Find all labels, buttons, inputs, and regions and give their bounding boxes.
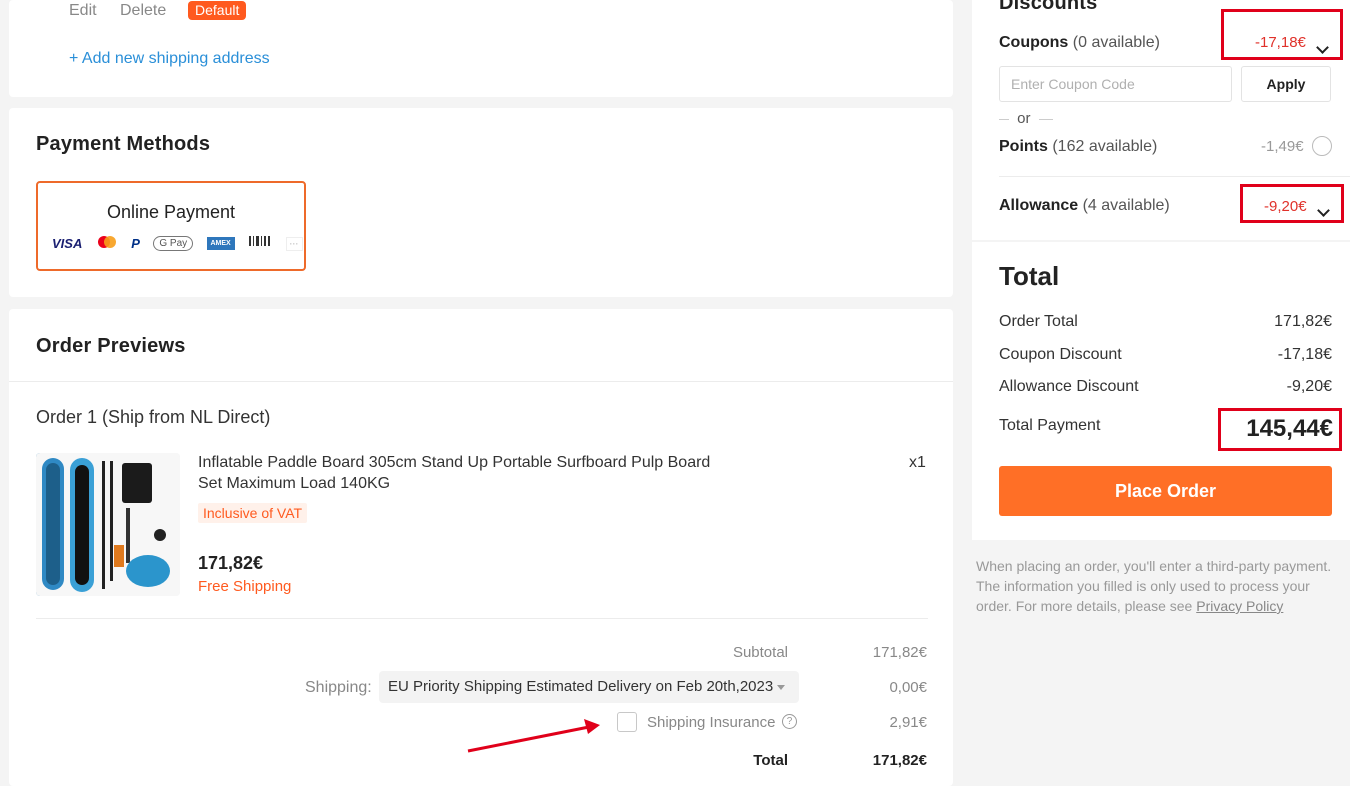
order-total-value: 171,82€	[1274, 313, 1332, 330]
subtotal-label: Subtotal	[732, 644, 788, 661]
delete-address-link[interactable]: Delete	[120, 2, 166, 20]
total-card: Total Order Total 171,82€ Coupon Discoun…	[972, 242, 1350, 540]
shipping-insurance-checkbox[interactable]	[617, 712, 637, 732]
shipping-label: Shipping:	[305, 679, 372, 696]
visa-icon: VISA	[52, 236, 83, 252]
coupon-discount-label: Coupon Discount	[999, 346, 1122, 363]
subtotal-value: 171,82€	[872, 644, 927, 661]
allowance-discount-value: -9,20€	[1286, 378, 1332, 395]
order-total-label: Total	[753, 752, 788, 769]
total-payment-value: 145,44€	[1246, 415, 1333, 442]
amex-icon: AMEX	[206, 237, 235, 251]
total-payment-label: Total Payment	[999, 417, 1101, 434]
divider	[999, 176, 1350, 177]
vat-label: Inclusive of VAT	[198, 503, 308, 523]
online-payment-option[interactable]: Online Payment VISA P G Pay AMEX ···	[36, 181, 306, 271]
gpay-icon: G Pay	[153, 236, 194, 252]
allowance-value: -9,20€	[1264, 198, 1307, 215]
address-card: Edit Delete Default + Add new shipping a…	[9, 0, 953, 97]
shipping-insurance-label: Shipping Insurance	[647, 714, 776, 731]
total-payment-highlight: 145,44€	[1218, 408, 1342, 451]
allowance-highlight[interactable]: -9,20€	[1240, 184, 1344, 223]
allowance-label: Allowance	[999, 197, 1079, 214]
shipping-insurance-value: 2,91€	[889, 714, 927, 731]
dropdown-arrow-icon	[777, 684, 786, 690]
product-quantity: x1	[909, 454, 926, 471]
coupon-code-input[interactable]: Enter Coupon Code	[999, 66, 1232, 102]
discounts-card: Discounts Coupons (0 available) -17,18€ …	[972, 0, 1350, 240]
coupons-available: (0 available)	[1072, 34, 1160, 51]
coupons-label: Coupons	[999, 34, 1069, 51]
shipping-value: 0,00€	[889, 679, 927, 696]
points-label: Points	[999, 138, 1048, 155]
red-arrow-annotation-icon	[467, 719, 600, 753]
boleto-icon	[248, 235, 272, 252]
chevron-down-icon	[1317, 204, 1330, 217]
coupons-row: Coupons (0 available)	[999, 34, 1160, 52]
mastercard-icon	[96, 235, 118, 252]
order-label: Order 1 (Ship from NL Direct)	[36, 407, 271, 427]
privacy-policy-link[interactable]: Privacy Policy	[1196, 598, 1283, 614]
shipping-method-value: EU Priority Shipping Estimated Delivery …	[388, 678, 774, 695]
allowance-discount-label: Allowance Discount	[999, 378, 1139, 395]
payment-icons: VISA P G Pay AMEX ···	[52, 235, 312, 253]
coupons-value: -17,18€	[1255, 34, 1306, 51]
product-title-line1[interactable]: Inflatable Paddle Board 305cm Stand Up P…	[198, 454, 710, 472]
paypal-icon: P	[131, 236, 140, 252]
order-previews-card: Order Previews Order 1 (Ship from NL Dir…	[9, 309, 953, 786]
order-total-label: Order Total	[999, 313, 1078, 330]
total-title: Total	[999, 261, 1060, 291]
points-available: (162 available)	[1052, 138, 1158, 155]
payment-methods-card: Payment Methods Online Payment VISA P G …	[9, 108, 953, 297]
place-order-button[interactable]: Place Order	[999, 466, 1332, 516]
allowance-available: (4 available)	[1082, 197, 1170, 214]
product-price: 171,82€	[198, 553, 264, 573]
apply-coupon-button[interactable]: Apply	[1241, 66, 1331, 102]
points-value: -1,49€	[1261, 138, 1304, 155]
discounts-title: Discounts	[999, 0, 1098, 14]
points-row: Points (162 available)	[999, 138, 1157, 156]
default-badge: Default	[188, 1, 247, 20]
free-shipping-label: Free Shipping	[198, 578, 292, 595]
coupon-code-placeholder: Enter Coupon Code	[1011, 76, 1135, 92]
payment-methods-title: Payment Methods	[36, 133, 211, 155]
add-shipping-address-link[interactable]: + Add new shipping address	[69, 50, 270, 68]
online-payment-label: Online Payment	[106, 202, 236, 222]
allowance-row: Allowance (4 available)	[999, 197, 1170, 215]
product-title-line2[interactable]: Set Maximum Load 140KG	[198, 475, 390, 493]
order-previews-title: Order Previews	[36, 335, 186, 357]
edit-address-link[interactable]: Edit	[69, 2, 97, 20]
shipping-method-select[interactable]: EU Priority Shipping Estimated Delivery …	[379, 671, 799, 703]
divider	[9, 381, 953, 382]
product-image[interactable]	[36, 453, 180, 596]
divider	[36, 618, 928, 619]
privacy-notice: When placing an order, you'll enter a th…	[976, 556, 1348, 616]
help-icon[interactable]: ?	[782, 714, 797, 729]
order-total-value: 171,82€	[872, 752, 927, 769]
paddle-board-image	[36, 453, 180, 596]
or-label: or	[1017, 110, 1031, 127]
chevron-down-icon	[1316, 41, 1329, 54]
coupons-highlight[interactable]: -17,18€	[1221, 9, 1343, 60]
or-separator: or	[999, 110, 1053, 127]
points-radio[interactable]	[1312, 136, 1332, 156]
more-payments-icon: ···	[285, 236, 303, 251]
coupon-discount-value: -17,18€	[1277, 346, 1332, 363]
